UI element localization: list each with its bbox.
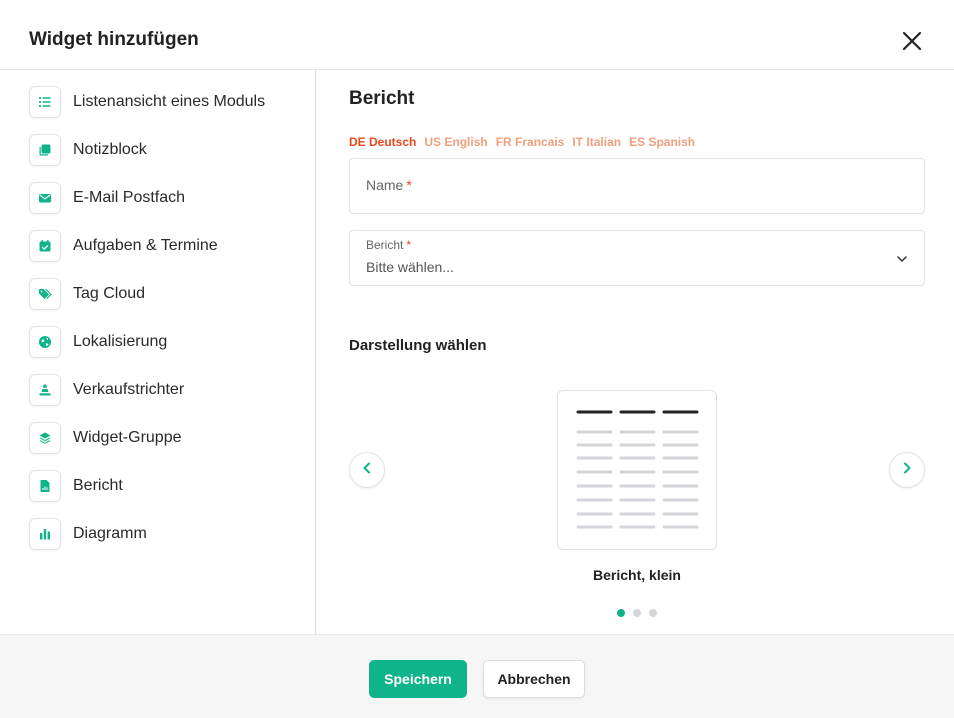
report-select[interactable]: Bericht * Bitte wählen... <box>349 230 925 286</box>
tab-language-de[interactable]: DE Deutsch <box>349 135 416 149</box>
language-tabs: DE Deutsch US English FR Francais IT Ita… <box>349 135 703 149</box>
carousel-dot[interactable] <box>617 609 625 617</box>
carousel-next-button[interactable] <box>889 452 925 488</box>
chevron-left-icon <box>360 461 374 480</box>
close-icon <box>899 28 925 54</box>
envelope-icon <box>29 182 61 214</box>
tab-language-it[interactable]: IT Italian <box>572 135 621 149</box>
required-mark: * <box>406 238 412 252</box>
sidebar-item-verkaufstrichter[interactable]: Verkaufstrichter <box>29 374 309 406</box>
sidebar-item-tag-cloud[interactable]: Tag Cloud <box>29 278 309 310</box>
dialog-header: Widget hinzufügen <box>0 0 954 70</box>
carousel-pagination <box>617 609 665 617</box>
tab-language-es[interactable]: ES Spanish <box>629 135 695 149</box>
calendar-check-icon <box>29 230 61 262</box>
bar-chart-icon <box>29 518 61 550</box>
notepad-icon <box>29 134 61 166</box>
required-mark: * <box>406 177 412 193</box>
list-icon <box>29 86 61 118</box>
sidebar-item-label: E-Mail Postfach <box>73 189 186 206</box>
sidebar-item-label: Bericht <box>73 477 123 494</box>
sidebar-item-label: Diagramm <box>73 525 147 542</box>
name-placeholder: Name * <box>366 177 412 193</box>
dialog-footer: Speichern Abbrechen <box>0 634 954 718</box>
sidebar-item-diagramm[interactable]: Diagramm <box>29 518 309 550</box>
report-table-preview-icon <box>558 410 718 555</box>
carousel-dot[interactable] <box>649 609 657 617</box>
sidebar-item-aufgaben-termine[interactable]: Aufgaben & Termine <box>29 230 309 262</box>
funnel-icon <box>29 374 61 406</box>
widget-config-panel: Bericht DE Deutsch US English FR Francai… <box>317 70 954 634</box>
display-option-card[interactable] <box>557 390 717 550</box>
report-select-value: Bitte wählen... <box>366 259 454 275</box>
display-section-title: Darstellung wählen <box>349 337 487 354</box>
carousel-dot[interactable] <box>633 609 641 617</box>
sidebar-item-listenansicht[interactable]: Listenansicht eines Moduls <box>29 86 309 118</box>
report-select-label: Bericht * <box>366 238 412 252</box>
tab-language-fr[interactable]: FR Francais <box>496 135 565 149</box>
sidebar-item-label: Aufgaben & Termine <box>73 237 218 254</box>
chevron-down-icon <box>896 252 908 270</box>
sidebar-item-widget-gruppe[interactable]: Widget-Gruppe <box>29 422 309 454</box>
sidebar-item-email-postfach[interactable]: E-Mail Postfach <box>29 182 309 214</box>
display-option-caption: Bericht, klein <box>593 567 681 583</box>
widget-type-sidebar: Listenansicht eines Moduls Notizblock E-… <box>0 70 316 634</box>
close-button[interactable] <box>899 28 925 54</box>
sidebar-item-label: Tag Cloud <box>73 285 146 302</box>
sidebar-item-bericht[interactable]: Bericht <box>29 470 309 502</box>
sidebar-item-label: Widget-Gruppe <box>73 429 182 446</box>
carousel-prev-button[interactable] <box>349 452 385 488</box>
sidebar-item-label: Verkaufstrichter <box>73 381 185 398</box>
save-button[interactable]: Speichern <box>369 660 467 698</box>
dialog-title: Widget hinzufügen <box>29 29 199 50</box>
sidebar-item-label: Listenansicht eines Moduls <box>73 93 266 110</box>
globe-icon <box>29 326 61 358</box>
sidebar-item-lokalisierung[interactable]: Lokalisierung <box>29 326 309 358</box>
sidebar-item-notizblock[interactable]: Notizblock <box>29 134 309 166</box>
layers-icon <box>29 422 61 454</box>
report-file-icon <box>29 470 61 502</box>
sidebar-item-label: Notizblock <box>73 141 147 158</box>
tags-icon <box>29 278 61 310</box>
name-input[interactable]: Name * <box>349 158 925 214</box>
sidebar-item-label: Lokalisierung <box>73 333 168 350</box>
chevron-right-icon <box>900 461 914 480</box>
cancel-button[interactable]: Abbrechen <box>483 660 585 698</box>
panel-title: Bericht <box>349 88 415 109</box>
tab-language-us[interactable]: US English <box>424 135 487 149</box>
